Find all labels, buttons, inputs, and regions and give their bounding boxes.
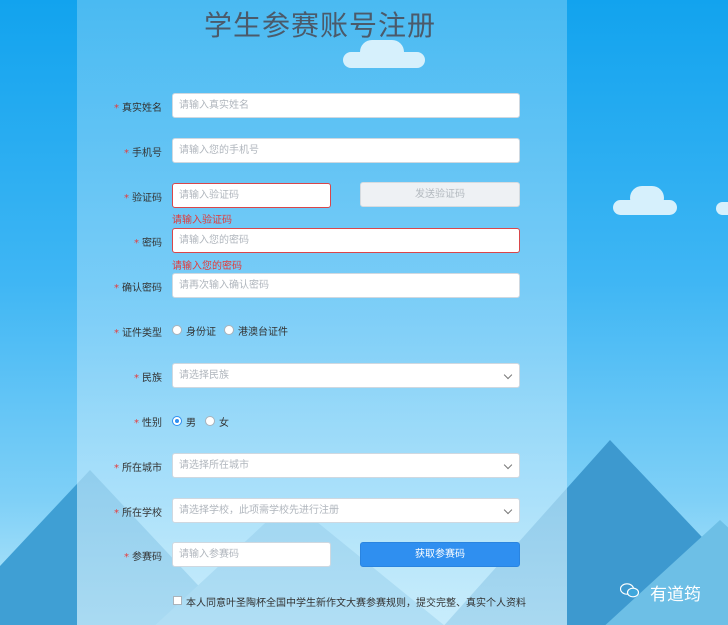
wechat-icon [620, 583, 640, 598]
city-label: * 所在城市 [114, 463, 162, 474]
school-label: * 所在学校 [114, 508, 162, 519]
female-option: 女 [219, 418, 229, 429]
code-error: 请输入验证码 [172, 215, 232, 226]
send-code-button[interactable]: 发送验证码 [360, 182, 520, 207]
confirm-password-label: * 确认密码 [114, 283, 162, 294]
entry-code-input[interactable]: 请输入参赛码 [172, 542, 331, 567]
agreement-checkbox[interactable] [173, 596, 182, 605]
password-label: * 密码 [134, 238, 162, 249]
id-card-option: 身份证 [186, 327, 216, 338]
ethnicity-label: * 民族 [134, 373, 162, 384]
chevron-down-icon [503, 370, 513, 380]
code-label: * 验证码 [124, 193, 162, 204]
password-input[interactable]: 请输入您的密码 [172, 228, 520, 253]
phone-input[interactable]: 请输入您的手机号 [172, 138, 520, 163]
id-card-radio[interactable] [172, 325, 182, 335]
real-name-label: * 真实姓名 [114, 103, 162, 114]
chevron-down-icon [503, 460, 513, 470]
female-radio[interactable] [205, 416, 215, 426]
male-option: 男 [186, 418, 196, 429]
ethnicity-select[interactable]: 请选择民族 [172, 363, 520, 388]
hk-mo-tw-option: 港澳台证件 [238, 327, 288, 338]
cloud [630, 186, 664, 210]
agreement-text: 本人同意叶圣陶杯全国中学生新作文大赛参赛规则，提交完整、真实个人资料 [186, 598, 526, 609]
male-radio[interactable] [172, 416, 182, 426]
code-input[interactable]: 请输入验证码 [172, 183, 331, 208]
get-entry-code-button[interactable]: 获取参赛码 [360, 542, 520, 567]
entry-code-label: * 参赛码 [124, 552, 162, 563]
real-name-input[interactable]: 请输入真实姓名 [172, 93, 520, 118]
chevron-down-icon [503, 505, 513, 515]
id-type-label: * 证件类型 [114, 328, 162, 339]
school-select[interactable]: 请选择学校，此项需学校先进行注册 [172, 498, 520, 523]
watermark-text: 有道筠 [650, 585, 701, 605]
city-select[interactable]: 请选择所在城市 [172, 453, 520, 478]
password-error: 请输入您的密码 [172, 261, 242, 272]
mountain-far-right [600, 520, 728, 625]
hk-mo-tw-radio[interactable] [224, 325, 234, 335]
gender-label: * 性别 [134, 418, 162, 429]
phone-label: * 手机号 [124, 148, 162, 159]
page-title: 学生参赛账号注册 [204, 9, 437, 42]
cloud [716, 202, 728, 215]
confirm-password-input[interactable]: 请再次输入确认密码 [172, 273, 520, 298]
